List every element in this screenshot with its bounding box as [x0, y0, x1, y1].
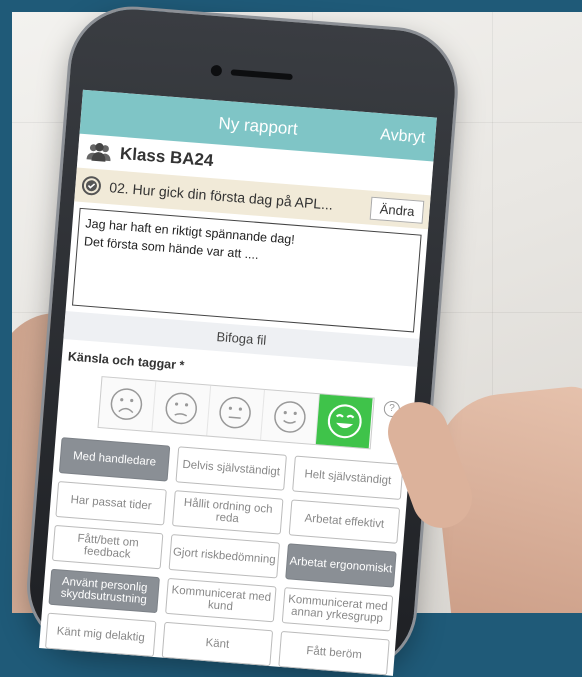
tag-chip[interactable]: Delvis självständigt	[175, 446, 287, 491]
class-name: Klass BA24	[119, 143, 215, 171]
tag-chip[interactable]: Använt personlig skyddsutrustning	[48, 568, 160, 614]
tag-chip[interactable]: Arbetat ergonomiskt	[285, 543, 397, 588]
tag-chip[interactable]: Arbetat effektivt	[288, 499, 401, 544]
tag-chip[interactable]: Känt	[161, 621, 274, 667]
mood-very-happy-icon[interactable]	[315, 394, 374, 449]
mood-sad-icon[interactable]	[152, 381, 211, 436]
tag-chip[interactable]: Gjort riskbedömning	[168, 534, 281, 579]
group-icon	[85, 141, 112, 163]
report-textarea[interactable]: Jag har haft en riktigt spännande dag! D…	[71, 207, 422, 333]
mood-neutral-icon[interactable]	[206, 385, 266, 440]
mood-happy-icon[interactable]	[261, 389, 320, 445]
mood-selector	[96, 376, 375, 450]
camera	[210, 64, 223, 77]
tag-grid: Med handledare Delvis självständigt Helt s…	[45, 437, 404, 676]
tag-chip[interactable]: Helt självständigt	[292, 455, 404, 500]
check-circle-icon	[81, 175, 103, 197]
app-screen: Ny rapport Avbryt Klass BA24 02. Hur gic…	[39, 89, 437, 676]
tag-chip[interactable]: Hållit ordning och reda	[172, 490, 284, 535]
tag-chip[interactable]: Känt mig delaktig	[45, 612, 157, 658]
tag-chip[interactable]: Kommunicerat med kund	[165, 577, 277, 623]
phone: Ny rapport Avbryt Klass BA24 02. Hur gic…	[25, 4, 460, 676]
cancel-button[interactable]: Avbryt	[380, 126, 426, 147]
tag-chip[interactable]: Har passat tider	[55, 480, 167, 526]
tag-chip[interactable]: Med handledare	[58, 437, 171, 482]
speaker	[230, 69, 293, 81]
tag-chip[interactable]: Fått/bett om feedback	[51, 524, 164, 570]
tag-chip[interactable]: Kommunicerat med annan yrkesgrupp	[281, 587, 394, 632]
change-question-button[interactable]: Ändra	[369, 196, 425, 224]
mood-very-sad-icon[interactable]	[98, 377, 157, 432]
tag-chip[interactable]: Fått beröm	[278, 630, 390, 676]
